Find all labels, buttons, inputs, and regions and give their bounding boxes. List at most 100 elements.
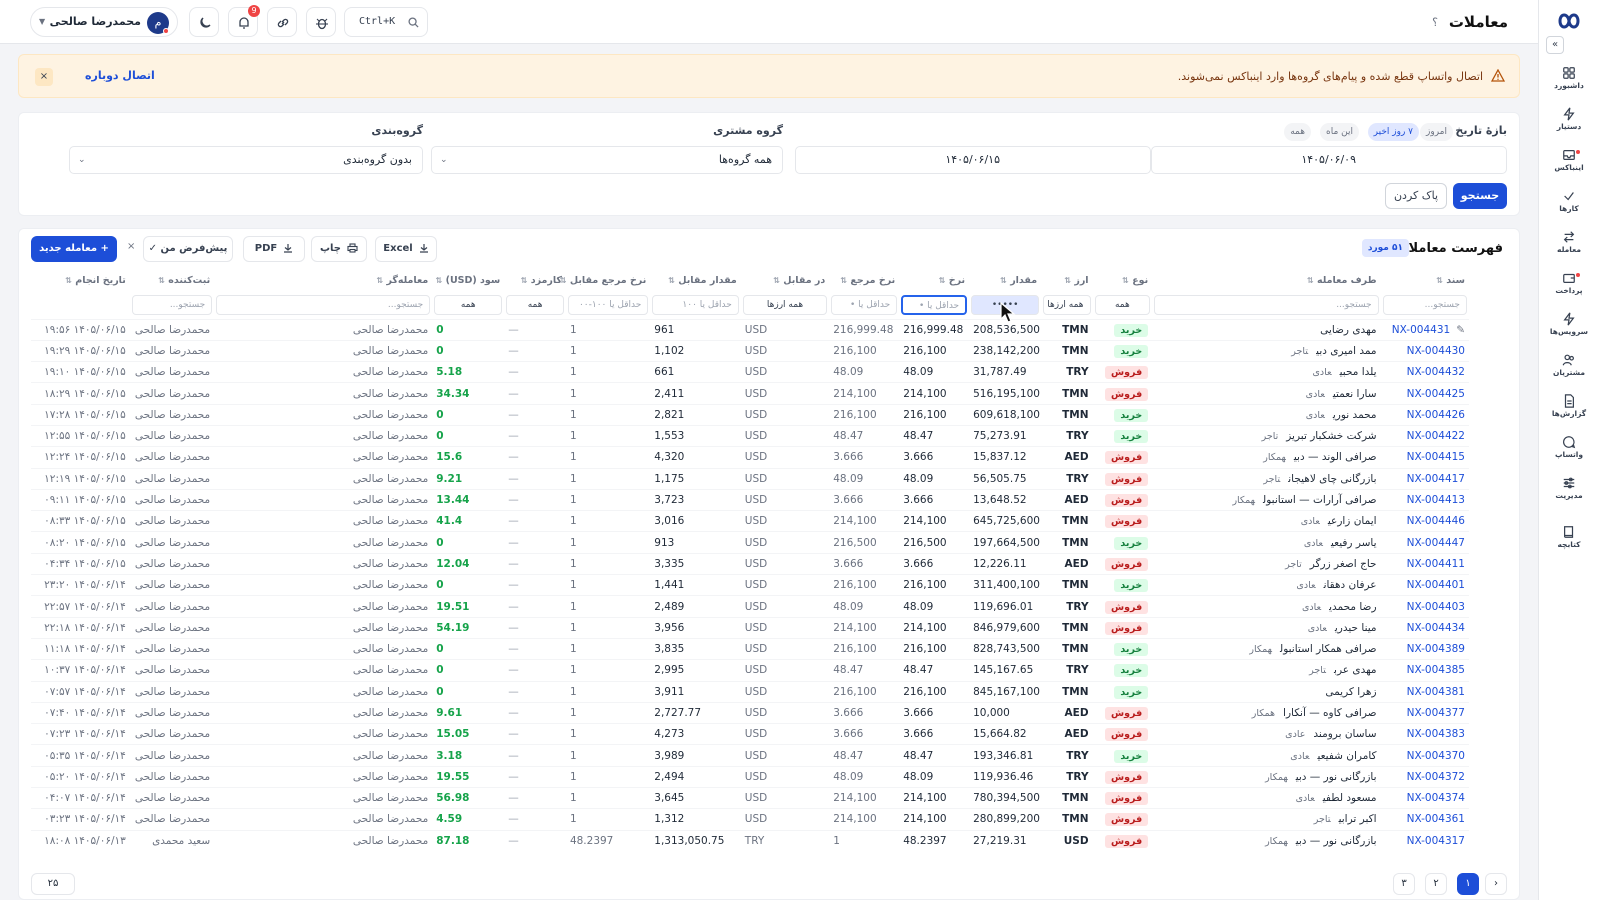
table-row[interactable]: NX-004446 ایمان زارعی عادی فروش TMN 645,725,6… <box>31 510 1469 532</box>
column-header[interactable]: طرف معامله ⇅ <box>1152 269 1380 291</box>
filter-party-input[interactable]: جستجو... <box>1154 294 1379 315</box>
table-row[interactable]: NX-004401 عرفان دهقان عادی خرید TMN 311,400,1… <box>31 574 1469 596</box>
search-button[interactable]: جستجو <box>1453 183 1507 209</box>
sidebar-item-chat[interactable]: واتساپ <box>1538 435 1600 474</box>
chip-last-7-days[interactable]: ۷ روز اخیر <box>1367 123 1419 141</box>
document-link[interactable]: NX-004372 <box>1407 771 1465 783</box>
column-header[interactable]: در مقابل ⇅ <box>741 269 829 291</box>
preset-button[interactable]: پیش‌فرض من ✓ <box>143 236 233 262</box>
column-header[interactable]: ثبت‌کننده ⇅ <box>130 269 214 291</box>
column-header[interactable]: نرخ مرجع ⇅ <box>829 269 899 291</box>
table-row[interactable]: ✎ NX-004431 مهدی رضایی خرید TMN 208,536,500 21… <box>31 318 1469 341</box>
document-link[interactable]: NX-004370 <box>1407 750 1465 762</box>
table-row[interactable]: NX-004374 مسعود لطفی عادی فروش TMN 780,394,50… <box>31 787 1469 809</box>
column-header[interactable]: مقدار ⇅ <box>969 269 1041 291</box>
table-row[interactable]: NX-004417 بازرگانی چای لاهیجان تاجر فروش TRY… <box>31 467 1469 490</box>
table-row[interactable]: NX-004422 شرکت خشکبار تبریز تاجر خرید TRY 75,… <box>31 424 1469 447</box>
column-header[interactable]: نرخ مرجع مقابل ⇅ <box>560 269 650 291</box>
document-link[interactable]: NX-004381 <box>1407 686 1465 698</box>
page-button[interactable]: ۲ <box>1425 873 1447 895</box>
page-button[interactable]: ۳ <box>1393 873 1415 895</box>
filter-profit-input[interactable]: همه <box>434 294 503 315</box>
column-header[interactable]: نرخ ⇅ <box>899 269 969 291</box>
document-link[interactable]: NX-004401 <box>1407 579 1465 591</box>
column-header[interactable]: سند ⇅ <box>1381 269 1469 291</box>
document-link[interactable]: NX-004411 <box>1407 558 1465 570</box>
sidebar-item-sliders[interactable]: مدیریت <box>1538 476 1600 515</box>
sidebar-item-report[interactable]: گزارش‌ها <box>1538 394 1600 433</box>
document-link[interactable]: NX-004422 <box>1407 430 1465 442</box>
column-header[interactable]: سود (USD) ⇅ <box>432 269 504 291</box>
filter-currency-input[interactable]: همه ارزها <box>1043 294 1091 315</box>
document-link[interactable]: NX-004446 <box>1407 515 1465 527</box>
help-icon[interactable]: ؟ <box>1432 16 1438 29</box>
filter-counter-amount-input[interactable]: حداقل یا ۱۰۰ <box>652 294 739 315</box>
print-button[interactable]: چاپ <box>311 236 367 262</box>
collapse-sidebar-button[interactable]: « <box>1546 36 1564 54</box>
filter-rate-input[interactable]: حداقل یا • <box>901 294 968 315</box>
table-row[interactable]: NX-004383 ساسان برومند عادی فروش AED 15,664.8… <box>31 723 1469 745</box>
table-row[interactable]: NX-004381 زهرا کریمی خرید TMN 845,167,100 216… <box>31 680 1469 703</box>
filter-fee-input[interactable]: همه <box>506 294 564 315</box>
chip-this-month[interactable]: این ماه <box>1320 123 1359 141</box>
table-row[interactable]: NX-004385 مهدی عرب تاجر خرید TRY 145,167.65 48… <box>31 659 1469 682</box>
table-row[interactable]: NX-004413 صرافی آرارات — استانبول همکار فرو… <box>31 488 1469 511</box>
table-row[interactable]: NX-004447 یاسر رفیعی عادی خرید TMN 197,664,50… <box>31 531 1469 554</box>
customer-group-select[interactable]: همه گروه‌ها ⌄ <box>431 146 783 174</box>
grouping-select[interactable]: بدون گروه‌بندی ⌄ <box>69 146 423 174</box>
notifications-button[interactable]: 9 <box>228 5 260 37</box>
filter-counter-ref-input[interactable]: حداقل یا ۱۰۰-۰۰ <box>567 294 649 315</box>
document-link[interactable]: NX-004432 <box>1407 366 1465 378</box>
page-size-select[interactable]: ۲۵ <box>31 873 75 895</box>
sidebar-item-dashboard[interactable]: داشبورد <box>1538 66 1600 105</box>
next-page-button[interactable]: ‹ <box>1485 873 1507 895</box>
document-link[interactable]: NX-004447 <box>1407 537 1465 549</box>
excel-button[interactable]: Excel <box>375 236 437 262</box>
table-row[interactable]: NX-004425 سارا نعمتی عادی فروش TMN 516,195,10… <box>31 382 1469 405</box>
filter-doc-input[interactable]: جستجو... <box>1382 294 1467 315</box>
filter-recorder-input[interactable]: جستجو... <box>131 294 213 315</box>
bug-report-button[interactable] <box>306 7 336 37</box>
document-link[interactable]: NX-004430 <box>1407 345 1465 357</box>
sidebar-item-users[interactable]: مشتریان <box>1538 353 1600 392</box>
chip-all[interactable]: همه <box>1284 123 1311 141</box>
document-link[interactable]: NX-004361 <box>1407 813 1465 825</box>
document-link[interactable]: NX-004425 <box>1407 388 1465 400</box>
table-row[interactable]: NX-004411 حاج اصغر زرگر تاجر فروش AED 12,226.… <box>31 552 1469 575</box>
filter-counter-input[interactable]: همه ارزها <box>742 294 828 315</box>
clear-button[interactable]: پاک کردن <box>1385 183 1447 209</box>
document-link[interactable]: NX-004415 <box>1407 451 1465 463</box>
clear-preset-icon[interactable]: × <box>127 241 135 252</box>
document-link[interactable]: NX-004374 <box>1407 792 1465 804</box>
document-link[interactable]: NX-004403 <box>1407 601 1465 613</box>
document-link[interactable]: NX-004434 <box>1407 622 1465 634</box>
pdf-button[interactable]: PDF <box>243 236 305 262</box>
document-link[interactable]: NX-004377 <box>1407 707 1465 719</box>
table-row[interactable]: NX-004426 محمد نوری عادی خرید TMN 609,618,100… <box>31 403 1469 426</box>
new-transaction-button[interactable]: + معامله جدید <box>31 236 117 262</box>
filter-trader-input[interactable]: جستجو... <box>216 294 431 315</box>
sidebar-item-inbox[interactable]: اینباکس <box>1538 148 1600 187</box>
document-link[interactable]: NX-004383 <box>1407 728 1465 740</box>
document-link[interactable]: NX-004431 <box>1392 324 1450 336</box>
sidebar-item-swap[interactable]: معامله <box>1538 230 1600 269</box>
table-row[interactable]: NX-004377 صرافی کاوه — آنکارا همکار فروش AED… <box>31 701 1469 724</box>
date-from-input[interactable]: ۱۴۰۵/۰۶/۰۹ <box>1151 146 1507 174</box>
user-menu[interactable]: م محمدرضا صالحی ▼ <box>30 7 178 37</box>
table-row[interactable]: NX-004361 اکبر ترابی تاجر فروش TMN 280,899,20… <box>31 808 1469 831</box>
document-link[interactable]: NX-004389 <box>1407 643 1465 655</box>
table-row[interactable]: NX-004430 ممد امیری دبی تاجر خرید TMN 238,142… <box>31 339 1469 362</box>
filter-type-input[interactable]: همه <box>1094 294 1151 315</box>
document-link[interactable]: NX-004417 <box>1407 473 1465 485</box>
sidebar-item-wallet[interactable]: پرداخت <box>1538 271 1600 310</box>
table-row[interactable]: NX-004389 صرافی همکار استانبول همکار خرید TM… <box>31 637 1469 660</box>
table-row[interactable]: NX-004415 صرافی الوند — دبی همکار فروش AED 15… <box>31 446 1469 469</box>
reconnect-link[interactable]: اتصال دوباره <box>85 69 155 82</box>
column-header[interactable]: ارز ⇅ <box>1041 269 1092 291</box>
sidebar-item-bolt[interactable]: سرویس‌ها <box>1538 312 1600 351</box>
column-header[interactable]: معامله‌گر ⇅ <box>214 269 432 291</box>
sidebar-item-bolt[interactable]: دستیار <box>1538 107 1600 146</box>
table-row[interactable]: NX-004434 مینا حیدری عادی فروش TMN 846,979,60… <box>31 616 1469 639</box>
table-row[interactable]: NX-004317 بازرگانی نور — دبی همکار فروش USD 2… <box>31 829 1469 852</box>
date-to-input[interactable]: ۱۴۰۵/۰۶/۱۵ <box>795 146 1151 174</box>
